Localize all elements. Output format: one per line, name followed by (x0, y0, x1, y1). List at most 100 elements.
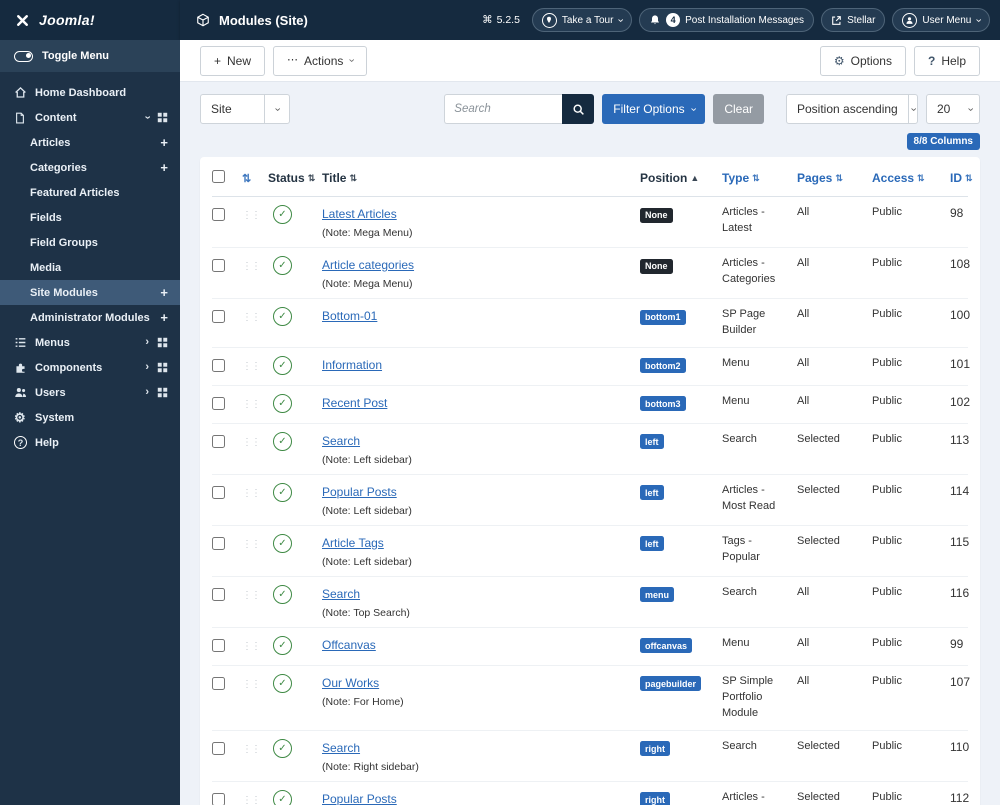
sidebar-item-help[interactable]: ? Help (0, 430, 180, 455)
row-select-checkbox[interactable] (212, 587, 225, 601)
template-preview-button[interactable]: Stellar (821, 8, 886, 32)
drag-handle-icon[interactable]: ⋮⋮ (242, 536, 261, 550)
drag-handle-icon[interactable]: ⋮⋮ (242, 676, 261, 690)
status-published-icon[interactable]: ✓ (273, 789, 292, 805)
type-sort-header[interactable]: Type ⇅ (722, 171, 760, 185)
new-button[interactable]: + New (200, 45, 266, 76)
drag-handle-icon[interactable]: ⋮⋮ (242, 434, 261, 448)
select-all-checkbox[interactable] (212, 170, 225, 183)
row-select-checkbox[interactable] (212, 485, 225, 499)
drag-handle-icon[interactable]: ⋮⋮ (242, 396, 261, 410)
status-published-icon[interactable]: ✓ (273, 635, 292, 655)
take-tour-button[interactable]: Take a Tour › (531, 8, 633, 32)
drag-handle-icon[interactable]: ⋮⋮ (242, 358, 261, 372)
sidebar-item-site-modules[interactable]: Site Modules + (0, 280, 180, 305)
row-select-checkbox[interactable] (212, 310, 225, 323)
user-menu-button[interactable]: User Menu › (892, 8, 990, 32)
row-select-checkbox[interactable] (212, 396, 225, 410)
ordering-sort-header[interactable]: ⇅ (242, 172, 251, 185)
dashboard-grid-icon[interactable] (157, 337, 168, 348)
client-filter-select[interactable]: Site › (200, 94, 290, 124)
add-icon[interactable]: + (160, 136, 168, 149)
search-input[interactable] (444, 94, 563, 124)
filter-options-button[interactable]: Filter Options › (602, 94, 706, 124)
status-published-icon[interactable]: ✓ (273, 584, 292, 604)
sidebar-item-field-groups[interactable]: Field Groups (0, 230, 180, 255)
sidebar-item-components[interactable]: Components › (0, 355, 180, 380)
post-installation-messages-button[interactable]: 4 Post Installation Messages (639, 8, 815, 32)
row-select-checkbox[interactable] (212, 638, 225, 652)
add-icon[interactable]: + (160, 286, 168, 299)
sidebar-item-menus[interactable]: Menus › (0, 330, 180, 355)
position-sort-header[interactable]: Position ▲ (640, 171, 699, 185)
status-published-icon[interactable]: ✓ (273, 431, 292, 451)
sidebar-item-fields[interactable]: Fields (0, 205, 180, 230)
sidebar-item-categories[interactable]: Categories + (0, 155, 180, 180)
clear-button[interactable]: Clear (713, 94, 764, 124)
sidebar-item-users[interactable]: Users › (0, 380, 180, 405)
drag-handle-icon[interactable]: ⋮⋮ (242, 485, 261, 499)
drag-handle-icon[interactable]: ⋮⋮ (242, 207, 261, 221)
drag-handle-icon[interactable]: ⋮⋮ (242, 741, 261, 755)
row-select-checkbox[interactable] (212, 536, 225, 550)
module-title-link[interactable]: Our Works (322, 676, 379, 690)
add-icon[interactable]: + (160, 161, 168, 174)
module-title-link[interactable]: Information (322, 358, 382, 372)
sidebar-item-media[interactable]: Media (0, 255, 180, 280)
drag-handle-icon[interactable]: ⋮⋮ (242, 638, 261, 652)
list-limit-select[interactable]: 20 › (926, 94, 980, 124)
module-title-link[interactable]: Search (322, 587, 360, 601)
search-button[interactable] (562, 94, 595, 124)
module-title-link[interactable]: Article Tags (322, 536, 384, 550)
status-published-icon[interactable]: ✓ (273, 533, 292, 553)
status-published-icon[interactable]: ✓ (273, 482, 292, 502)
drag-handle-icon[interactable]: ⋮⋮ (242, 792, 261, 805)
module-title-link[interactable]: Article categories (322, 258, 414, 272)
add-icon[interactable]: + (160, 311, 168, 324)
module-title-link[interactable]: Latest Articles (322, 207, 397, 221)
row-select-checkbox[interactable] (212, 741, 225, 755)
module-title-link[interactable]: Search (322, 741, 360, 755)
access-sort-header[interactable]: Access ⇅ (872, 171, 925, 185)
columns-toggle-badge[interactable]: 8/8 Columns (906, 133, 980, 150)
status-published-icon[interactable]: ✓ (273, 673, 292, 693)
drag-handle-icon[interactable]: ⋮⋮ (242, 309, 261, 323)
row-select-checkbox[interactable] (212, 259, 225, 272)
toggle-menu-button[interactable]: Toggle Menu (0, 40, 180, 72)
options-button[interactable]: ⚙ Options (819, 45, 906, 76)
module-title-link[interactable]: Popular Posts (322, 485, 397, 499)
drag-handle-icon[interactable]: ⋮⋮ (242, 587, 261, 601)
module-title-link[interactable]: Recent Post (322, 396, 387, 410)
sort-order-select[interactable]: Position ascending › (786, 94, 919, 124)
status-published-icon[interactable]: ✓ (273, 393, 292, 413)
module-title-link[interactable]: Popular Posts (322, 792, 397, 805)
row-select-checkbox[interactable] (212, 676, 225, 690)
status-published-icon[interactable]: ✓ (273, 307, 292, 326)
module-title-link[interactable]: Search (322, 434, 360, 448)
status-published-icon[interactable]: ✓ (273, 738, 292, 758)
sidebar-item-featured-articles[interactable]: Featured Articles (0, 180, 180, 205)
title-sort-header[interactable]: Title ⇅ (322, 171, 357, 185)
drag-handle-icon[interactable]: ⋮⋮ (242, 258, 261, 272)
pages-sort-header[interactable]: Pages ⇅ (797, 171, 843, 185)
status-published-icon[interactable]: ✓ (273, 355, 292, 375)
dashboard-grid-icon[interactable] (157, 362, 168, 373)
sidebar-item-content[interactable]: Content › (0, 105, 180, 130)
status-sort-header[interactable]: Status ⇅ (268, 171, 315, 185)
dashboard-grid-icon[interactable] (157, 112, 168, 123)
id-sort-header[interactable]: ID ⇅ (950, 171, 973, 185)
module-title-link[interactable]: Offcanvas (322, 638, 376, 652)
sidebar-item-system[interactable]: ⚙ System (0, 405, 180, 430)
help-button[interactable]: ? Help (913, 45, 980, 76)
actions-button[interactable]: ⋯ Actions › (273, 45, 368, 76)
row-select-checkbox[interactable] (212, 358, 225, 372)
sidebar-item-administrator-modules[interactable]: Administrator Modules + (0, 305, 180, 330)
sidebar-item-articles[interactable]: Articles + (0, 130, 180, 155)
row-select-checkbox[interactable] (212, 208, 225, 221)
row-select-checkbox[interactable] (212, 434, 225, 448)
dashboard-grid-icon[interactable] (157, 387, 168, 398)
row-select-checkbox[interactable] (212, 792, 225, 805)
module-title-link[interactable]: Bottom-01 (322, 309, 377, 323)
sidebar-item-home-dashboard[interactable]: Home Dashboard (0, 80, 180, 105)
status-published-icon[interactable]: ✓ (273, 256, 292, 275)
